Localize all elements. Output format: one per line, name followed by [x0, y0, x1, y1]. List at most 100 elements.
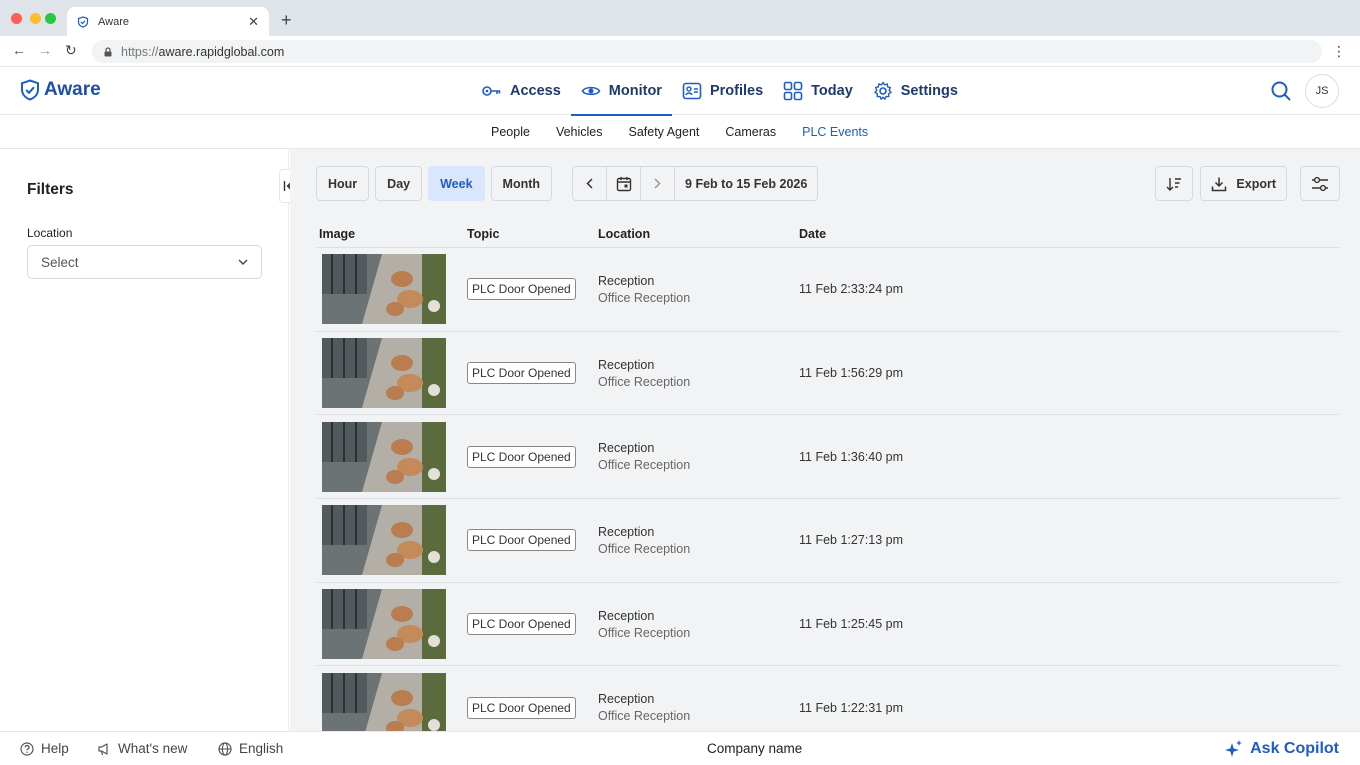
globe-icon: [218, 741, 232, 756]
gear-icon: [874, 81, 892, 100]
nav-item-label: Monitor: [608, 83, 662, 99]
table-header: Image Topic Location Date: [316, 220, 1339, 248]
browser-tab[interactable]: Aware ✕: [67, 7, 269, 36]
date-cell: 11 Feb 1:27:13 pm: [799, 533, 1339, 547]
close-tab-icon[interactable]: ✕: [248, 14, 259, 30]
nav-item-profiles[interactable]: Profiles: [672, 67, 773, 115]
location-name: Reception: [598, 441, 655, 456]
topic-cell: PLC Door Opened: [467, 613, 598, 636]
location-cell: Reception Office Reception: [598, 441, 799, 472]
image-cell: [316, 254, 467, 325]
events-panel: Hour Day Week Month 9 Feb to 15 Feb 2026…: [290, 149, 1360, 731]
whats-new-label: What's new: [118, 741, 188, 756]
event-date: 11 Feb 1:36:40 pm: [799, 449, 904, 464]
period-toolbar: Hour Day Week Month 9 Feb to 15 Feb 2026: [316, 166, 819, 201]
id-card-icon: [682, 82, 702, 100]
export-button[interactable]: Export: [1200, 166, 1287, 201]
tab-cameras[interactable]: Cameras: [712, 115, 789, 149]
table-row[interactable]: PLC Door Opened Reception Office Recepti…: [316, 499, 1339, 583]
location-label: Location: [27, 226, 73, 240]
sublocation-name: Office Reception: [598, 290, 691, 305]
footer: Help What's new English Company name Ask…: [0, 731, 1360, 765]
nav-item-monitor[interactable]: Monitor: [570, 67, 673, 116]
previous-period-button[interactable]: [573, 167, 608, 200]
browser-menu-icon[interactable]: ⋮: [1332, 43, 1346, 60]
filter-settings-button[interactable]: [1300, 166, 1340, 201]
location-select-value: Select: [41, 254, 79, 270]
app-header: Aware Access Monitor Profiles Today Sett…: [0, 67, 1360, 116]
lock-icon: [104, 46, 112, 56]
grid-icon: [783, 81, 803, 101]
sliders-icon: [1312, 176, 1328, 191]
close-window-button[interactable]: [11, 13, 22, 24]
date-navigator: 9 Feb to 15 Feb 2026: [572, 166, 819, 201]
nav-item-today[interactable]: Today: [773, 67, 863, 115]
table-row[interactable]: PLC Door Opened Reception Office Recepti…: [316, 248, 1339, 332]
whats-new-link[interactable]: What's new: [97, 741, 187, 756]
tab-vehicles[interactable]: Vehicles: [543, 115, 616, 149]
ask-copilot-button[interactable]: Ask Copilot: [1224, 739, 1339, 759]
tab-safety-agent[interactable]: Safety Agent: [616, 115, 713, 149]
nav-item-access[interactable]: Access: [472, 67, 571, 115]
calendar-icon: [616, 176, 631, 191]
back-arrow-icon[interactable]: ←: [12, 42, 26, 58]
date-cell: 11 Feb 1:25:45 pm: [799, 617, 1339, 631]
event-thumbnail[interactable]: [322, 672, 446, 731]
event-thumbnail[interactable]: [322, 338, 446, 409]
language-selector[interactable]: English: [218, 741, 283, 756]
event-thumbnail[interactable]: [322, 421, 446, 492]
app-logo[interactable]: Aware: [20, 79, 101, 101]
forward-arrow-icon[interactable]: →: [38, 42, 52, 58]
table-row[interactable]: PLC Door Opened Reception Office Recepti…: [316, 583, 1339, 667]
date-cell: 11 Feb 2:33:24 pm: [799, 282, 1339, 296]
next-period-button[interactable]: [641, 167, 676, 200]
nav-item-settings[interactable]: Settings: [863, 67, 968, 115]
period-day-button[interactable]: Day: [375, 166, 423, 201]
period-week-button[interactable]: Week: [428, 166, 485, 201]
tab-title: Aware: [98, 15, 129, 28]
tab-plc-events[interactable]: PLC Events: [789, 115, 881, 149]
topic-badge: PLC Door Opened: [467, 529, 576, 552]
reload-icon[interactable]: ↻: [65, 42, 77, 59]
help-link[interactable]: Help: [20, 741, 69, 756]
location-cell: Reception Office Reception: [598, 525, 799, 556]
sort-button[interactable]: [1155, 166, 1194, 201]
key-icon: [482, 86, 501, 96]
location-cell: Reception Office Reception: [598, 274, 799, 305]
logo-text: Aware: [44, 79, 101, 100]
period-month-button[interactable]: Month: [490, 166, 553, 201]
event-thumbnail[interactable]: [322, 589, 446, 660]
url-field[interactable]: https://aware.rapidglobal.com: [92, 40, 1322, 63]
nav-item-label: Today: [811, 83, 853, 99]
table-row[interactable]: PLC Door Opened Reception Office Recepti…: [316, 415, 1339, 500]
maximize-window-button[interactable]: [45, 13, 56, 24]
help-circle-icon: [20, 741, 34, 756]
avatar[interactable]: JS: [1305, 74, 1339, 108]
ask-copilot-label: Ask Copilot: [1250, 740, 1339, 757]
tab-people[interactable]: People: [478, 115, 543, 149]
location-name: Reception: [598, 357, 655, 372]
location-name: Reception: [598, 692, 655, 707]
sublocation-name: Office Reception: [598, 374, 691, 389]
sublocation-name: Office Reception: [598, 458, 691, 473]
minimize-window-button[interactable]: [30, 13, 41, 24]
filters-title: Filters: [27, 181, 74, 198]
calendar-button[interactable]: [607, 167, 642, 200]
new-tab-button[interactable]: +: [281, 10, 292, 31]
topic-badge: PLC Door Opened: [467, 278, 576, 301]
search-icon[interactable]: [1270, 80, 1292, 102]
event-thumbnail[interactable]: [322, 254, 446, 325]
date-cell: 11 Feb 1:56:29 pm: [799, 366, 1339, 380]
url-protocol: https://: [121, 44, 159, 59]
date-range-label[interactable]: 9 Feb to 15 Feb 2026: [675, 167, 817, 200]
table-row[interactable]: PLC Door Opened Reception Office Recepti…: [316, 332, 1339, 416]
event-thumbnail[interactable]: [322, 505, 446, 576]
location-name: Reception: [598, 608, 655, 623]
eye-icon: [581, 86, 601, 96]
location-select[interactable]: Select: [27, 245, 262, 279]
main-nav: Access Monitor Profiles Today Settings: [472, 67, 968, 116]
table-row[interactable]: PLC Door Opened Reception Office Recepti…: [316, 666, 1339, 731]
address-bar: ← → ↻ https://aware.rapidglobal.com ⋮: [0, 36, 1360, 67]
period-hour-button[interactable]: Hour: [316, 166, 370, 201]
help-label: Help: [41, 741, 69, 756]
